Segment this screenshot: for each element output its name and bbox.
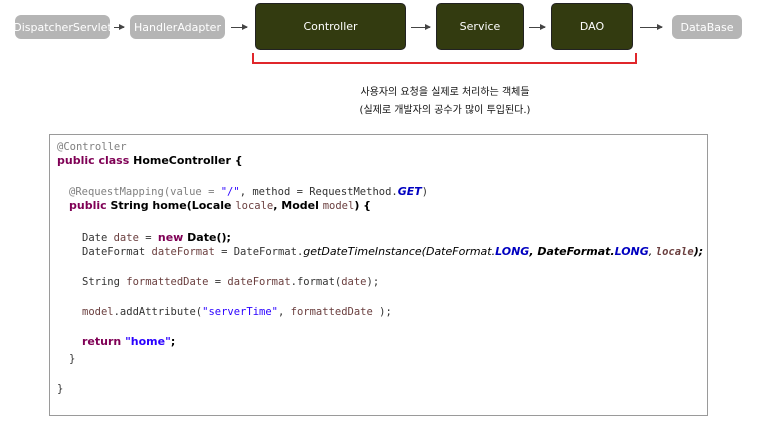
- code-line: }: [69, 353, 76, 365]
- service-box: Service: [436, 3, 524, 50]
- arrow-icon: [114, 24, 125, 30]
- code-line: @RequestMapping(value = "/", method = Re…: [69, 185, 429, 198]
- controller-label: Controller: [303, 20, 358, 33]
- code-line: Date date = new Date();: [82, 231, 231, 244]
- scope-bracket: [252, 53, 637, 64]
- code-line: @Controller: [57, 141, 127, 153]
- arrow-icon: [529, 24, 546, 30]
- dao-label: DAO: [579, 20, 605, 33]
- code-line: model.addAttribute("serverTime", formatt…: [82, 306, 392, 318]
- handler-adapter-label: HandlerAdapter: [134, 20, 221, 34]
- dispatcher-servlet-label: DispatcherServlet: [13, 20, 112, 34]
- note-line-1: 사용자의 요청을 실제로 처리하는 객체들: [360, 87, 530, 98]
- database-box: DataBase: [672, 15, 742, 39]
- note-line-2: (실제로 개발자의 공수가 많이 투입된다.): [359, 105, 531, 116]
- code-panel: @Controller public class HomeController …: [49, 134, 708, 416]
- code-line: return "home";: [82, 335, 176, 348]
- code-line: DateFormat dateFormat = DateFormat.getDa…: [82, 245, 704, 258]
- arrow-icon: [640, 24, 663, 30]
- controller-box: Controller: [255, 3, 406, 50]
- dao-box: DAO: [551, 3, 633, 50]
- code-line: public String home(Locale locale, Model …: [69, 199, 372, 212]
- arrow-icon: [231, 24, 248, 30]
- service-label: Service: [459, 20, 501, 33]
- code-line: String formattedDate = dateFormat.format…: [82, 276, 380, 288]
- code-line: public class HomeController {: [57, 154, 243, 167]
- arrow-icon: [411, 24, 431, 30]
- code-line: }: [57, 383, 64, 395]
- dispatcher-servlet-box: DispatcherServlet: [13, 15, 112, 39]
- database-label: DataBase: [680, 20, 734, 34]
- handler-adapter-box: HandlerAdapter: [130, 15, 225, 39]
